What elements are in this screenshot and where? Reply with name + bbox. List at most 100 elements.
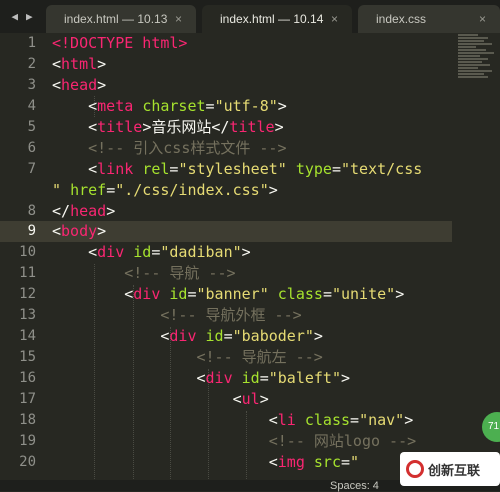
code-line-9: <body>: [44, 221, 452, 243]
attr-value: "utf-8": [214, 96, 278, 115]
attr-value: ": [350, 452, 360, 471]
close-icon[interactable]: ×: [175, 5, 182, 33]
attr-value: "stylesheet": [178, 159, 287, 178]
line-number: 15: [19, 349, 36, 366]
line-number: 7: [27, 160, 36, 177]
code-line-20: <img src=": [52, 452, 360, 471]
tab-index-html-1014[interactable]: index.html — 10.14 ×: [202, 5, 352, 33]
attr-value: ": [52, 180, 62, 199]
line-number: 1: [27, 35, 36, 51]
comment: <!-- 网站logo -->: [268, 431, 417, 450]
tag-name: div: [169, 327, 197, 346]
tab-bar: ◀ ▶ index.html — 10.13 × index.html — 10…: [0, 0, 500, 33]
close-icon[interactable]: ×: [331, 5, 338, 33]
code-line-8: </head>: [52, 201, 116, 220]
close-icon[interactable]: ×: [479, 5, 486, 33]
line-number: 10: [19, 244, 36, 261]
logo-icon: [406, 460, 424, 478]
code-line-2: <html>: [52, 54, 107, 73]
line-number: 18: [19, 411, 36, 428]
forward-arrow-icon[interactable]: ▶: [26, 10, 33, 23]
line-number: 16: [19, 370, 36, 386]
attr-name: id: [241, 369, 260, 387]
tag-name: head: [70, 201, 107, 220]
line-number: 3: [27, 76, 36, 93]
minimap-line: [458, 46, 476, 48]
attr-name: class: [304, 410, 351, 429]
minimap[interactable]: [458, 33, 500, 103]
code-line-15: <!-- 导航左 -->: [52, 347, 452, 368]
notification-badge[interactable]: 71: [482, 412, 500, 442]
comment: <!-- 导航外框 -->: [160, 306, 302, 325]
attr-value: "text/css: [341, 159, 423, 178]
attr-value: "dadiban": [160, 243, 242, 262]
minimap-line: [458, 43, 492, 45]
watermark-text: 创新互联: [428, 462, 481, 478]
attr-name: id: [133, 243, 152, 262]
tag-name: title: [97, 117, 143, 136]
minimap-line: [458, 49, 486, 51]
attr-value: "banner": [196, 285, 269, 304]
tab-index-html-1013[interactable]: index.html — 10.13 ×: [46, 5, 196, 33]
tag-name: div: [97, 243, 125, 262]
code-line-19: <!-- 网站logo -->: [52, 431, 452, 452]
minimap-line: [458, 67, 478, 69]
code-editor[interactable]: <!DOCTYPE html> <html> <head> <meta char…: [44, 33, 452, 491]
code-line-7: <link rel="stylesheet" type="text/css: [52, 159, 423, 178]
code-line-10: <div id="dadiban">: [52, 243, 251, 262]
tag-name: img: [277, 452, 305, 471]
minimap-line: [458, 58, 488, 60]
line-number: 4: [27, 97, 36, 114]
code-line-16: <div id="baleft">: [52, 369, 351, 387]
attr-value: "baboder": [232, 327, 314, 346]
indentation-indicator[interactable]: Spaces: 4: [330, 481, 379, 492]
tag-name: link: [97, 159, 134, 178]
attr-name: type: [295, 159, 332, 178]
code-line-13: <!-- 导航外框 -->: [52, 305, 452, 326]
attr-name: id: [205, 327, 224, 346]
line-number: 11: [19, 265, 36, 282]
doctype: <!DOCTYPE html>: [52, 34, 188, 52]
tag-name: head: [61, 75, 98, 94]
tag-name: div: [205, 369, 233, 387]
comment: <!-- 导航左 -->: [196, 348, 323, 367]
code-line-12: <div id="banner" class="unite">: [52, 285, 405, 304]
attr-name: src: [313, 452, 341, 471]
code-line-3: <head>: [52, 75, 107, 94]
code-line-14: <div id="baboder">: [52, 327, 323, 346]
attr-value: "nav": [359, 410, 405, 429]
attr-value: "baleft": [268, 369, 341, 387]
tab-label: index.html — 10.14: [220, 12, 324, 26]
attr-name: href: [70, 180, 107, 199]
minimap-line: [458, 40, 484, 42]
tag-name: meta: [97, 96, 134, 115]
title-text: 音乐网站: [151, 117, 212, 136]
line-number: 12: [19, 286, 36, 303]
minimap-line: [458, 70, 492, 72]
back-arrow-icon[interactable]: ◀: [11, 10, 18, 23]
tag-name: ul: [241, 389, 260, 408]
line-number: 2: [27, 55, 36, 72]
minimap-line: [458, 73, 484, 75]
line-number: 8: [27, 202, 36, 219]
tag-name: html: [61, 54, 98, 73]
tab-index-css[interactable]: index.css ×: [358, 5, 500, 33]
line-number: [0, 180, 44, 201]
attr-name: charset: [142, 96, 206, 115]
minimap-line: [458, 52, 494, 54]
tag-name: body: [61, 222, 98, 241]
comment: <!-- 引入css样式文件 -->: [88, 138, 287, 157]
minimap-line: [458, 34, 478, 36]
code-line-18: <li class="nav">: [52, 410, 414, 429]
code-line-1: <!DOCTYPE html>: [52, 33, 452, 54]
code-line-5: <title>音乐网站</title>: [52, 117, 284, 136]
attr-name: id: [169, 285, 188, 304]
minimap-line: [458, 55, 480, 57]
tag-name: div: [133, 285, 161, 304]
minimap-line: [458, 37, 488, 39]
tab-nav: ◀ ▶: [0, 0, 44, 33]
line-number: 9: [0, 221, 44, 243]
code-line-7-wrap: " href="./css/index.css">: [52, 180, 278, 199]
minimap-line: [458, 76, 488, 78]
line-number: 14: [19, 328, 36, 345]
